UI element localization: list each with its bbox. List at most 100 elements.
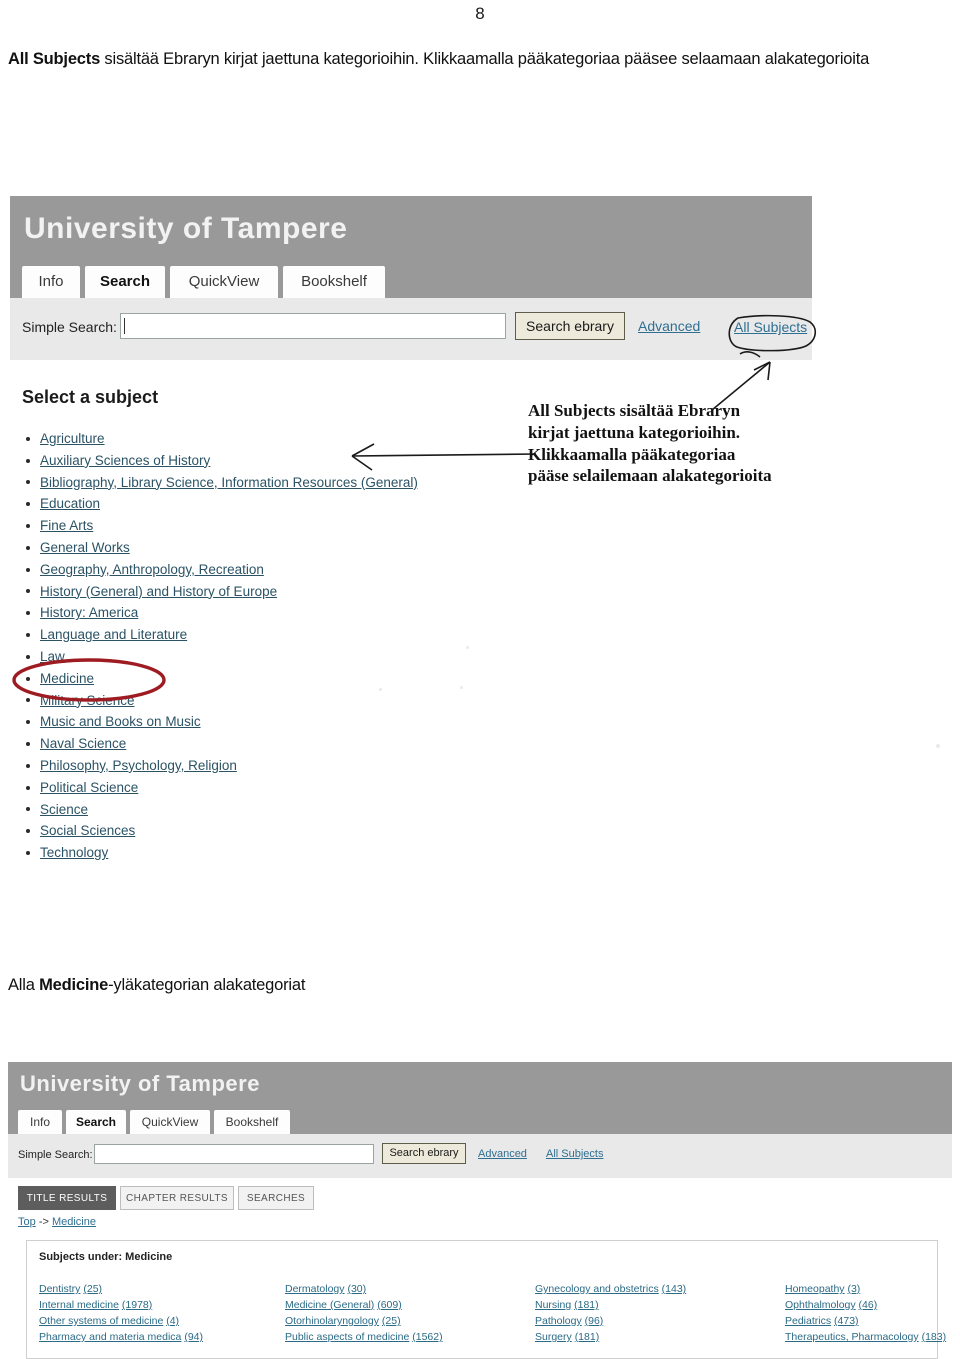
subject-link[interactable]: General Works xyxy=(40,540,130,555)
all-subjects-link-top[interactable]: All Subjects xyxy=(734,319,807,335)
breadcrumb-root-link[interactable]: Top xyxy=(18,1216,36,1228)
tab-bookshelf-top[interactable]: Bookshelf xyxy=(283,266,385,298)
subject-link[interactable]: History: America xyxy=(40,605,138,620)
subcategory-count[interactable]: (1562) xyxy=(412,1331,442,1343)
list-item[interactable]: Fine Arts xyxy=(24,515,418,537)
subcategory-link[interactable]: Nursing xyxy=(535,1299,571,1311)
list-item[interactable]: Homeopathy (3) xyxy=(785,1281,946,1297)
subcategory-count[interactable]: (3) xyxy=(847,1283,860,1295)
subcategory-count[interactable]: (609) xyxy=(377,1299,402,1311)
subject-link-medicine[interactable]: Medicine xyxy=(40,671,94,686)
list-item[interactable]: General Works xyxy=(24,537,418,559)
list-item[interactable]: Bibliography, Library Science, Informati… xyxy=(24,472,418,494)
list-item[interactable]: Pharmacy and materia medica (94) xyxy=(39,1329,203,1345)
tab-bookshelf-bottom[interactable]: Bookshelf xyxy=(214,1110,290,1134)
subject-link[interactable]: Social Sciences xyxy=(40,823,135,838)
list-item[interactable]: History: America xyxy=(24,602,418,624)
subject-link[interactable]: Fine Arts xyxy=(40,518,93,533)
subject-link[interactable]: Naval Science xyxy=(40,736,126,751)
list-item[interactable]: Pediatrics (473) xyxy=(785,1313,946,1329)
subject-link[interactable]: Military Science xyxy=(40,693,135,708)
list-item[interactable]: Philosophy, Psychology, Religion xyxy=(24,755,418,777)
subject-link[interactable]: Philosophy, Psychology, Religion xyxy=(40,758,237,773)
tab-searches[interactable]: SEARCHES xyxy=(238,1186,314,1210)
list-item[interactable]: Pathology (96) xyxy=(535,1313,686,1329)
subject-link[interactable]: Auxiliary Sciences of History xyxy=(40,453,210,468)
subject-link[interactable]: History (General) and History of Europe xyxy=(40,584,277,599)
subcategory-link[interactable]: Public aspects of medicine xyxy=(285,1331,409,1343)
list-item[interactable]: Therapeutics, Pharmacology (183) xyxy=(785,1329,946,1345)
list-item[interactable]: Dermatology (30) xyxy=(285,1281,443,1297)
list-item[interactable]: History (General) and History of Europe xyxy=(24,581,418,603)
subcategory-link[interactable]: Medicine (General) xyxy=(285,1299,374,1311)
list-item[interactable]: Education xyxy=(24,493,418,515)
tab-title-results[interactable]: TITLE RESULTS xyxy=(18,1186,116,1210)
subcategory-link[interactable]: Other systems of medicine xyxy=(39,1315,163,1327)
list-item[interactable]: Military Science xyxy=(24,690,418,712)
simple-search-input-top[interactable] xyxy=(120,313,506,339)
list-item[interactable]: Otorhinolaryngology (25) xyxy=(285,1313,443,1329)
subcategory-link[interactable]: Otorhinolaryngology xyxy=(285,1315,379,1327)
advanced-link-bottom[interactable]: Advanced xyxy=(478,1148,527,1160)
subcategory-count[interactable]: (96) xyxy=(585,1315,604,1327)
subject-link[interactable]: Agriculture xyxy=(40,431,105,446)
subject-link[interactable]: Education xyxy=(40,496,100,511)
list-item[interactable]: Language and Literature xyxy=(24,624,418,646)
subcategory-link[interactable]: Dentistry xyxy=(39,1283,80,1295)
list-item[interactable]: Gynecology and obstetrics (143) xyxy=(535,1281,686,1297)
subcategory-count[interactable]: (94) xyxy=(184,1331,203,1343)
list-item[interactable]: Geography, Anthropology, Recreation xyxy=(24,559,418,581)
list-item[interactable]: Nursing (181) xyxy=(535,1297,686,1313)
tab-info-bottom[interactable]: Info xyxy=(18,1110,62,1134)
breadcrumb-current-link[interactable]: Medicine xyxy=(52,1216,96,1228)
list-item[interactable]: Law xyxy=(24,646,418,668)
search-ebrary-button-top[interactable]: Search ebrary xyxy=(515,312,625,340)
list-item[interactable]: Dentistry (25) xyxy=(39,1281,203,1297)
list-item-medicine[interactable]: Medicine xyxy=(24,668,418,690)
subcategory-count[interactable]: (183) xyxy=(922,1331,947,1343)
tab-chapter-results[interactable]: CHAPTER RESULTS xyxy=(120,1186,234,1210)
subcategory-count[interactable]: (4) xyxy=(166,1315,179,1327)
subject-link[interactable]: Music and Books on Music xyxy=(40,714,201,729)
list-item[interactable]: Technology xyxy=(24,842,418,864)
subject-link[interactable]: Law xyxy=(40,649,65,664)
list-item[interactable]: Agriculture xyxy=(24,428,418,450)
subject-link[interactable]: Science xyxy=(40,802,88,817)
subcategory-count[interactable]: (30) xyxy=(347,1283,366,1295)
list-item[interactable]: Other systems of medicine (4) xyxy=(39,1313,203,1329)
subcategory-count[interactable]: (473) xyxy=(834,1315,859,1327)
subcategory-link[interactable]: Gynecology and obstetrics xyxy=(535,1283,659,1295)
subject-link[interactable]: Political Science xyxy=(40,780,138,795)
list-item[interactable]: Medicine (General) (609) xyxy=(285,1297,443,1313)
list-item[interactable]: Political Science xyxy=(24,777,418,799)
list-item[interactable]: Ophthalmology (46) xyxy=(785,1297,946,1313)
subject-link[interactable]: Technology xyxy=(40,845,108,860)
subcategory-count[interactable]: (46) xyxy=(859,1299,878,1311)
tab-info-top[interactable]: Info xyxy=(22,266,80,298)
subcategory-count[interactable]: (1978) xyxy=(122,1299,152,1311)
search-ebrary-button-bottom[interactable]: Search ebrary xyxy=(382,1143,466,1164)
subcategory-count[interactable]: (25) xyxy=(382,1315,401,1327)
subcategory-link[interactable]: Therapeutics, Pharmacology xyxy=(785,1331,919,1343)
subcategory-count[interactable]: (181) xyxy=(574,1299,599,1311)
list-item[interactable]: Science xyxy=(24,799,418,821)
subject-link[interactable]: Geography, Anthropology, Recreation xyxy=(40,562,264,577)
advanced-link-top[interactable]: Advanced xyxy=(638,318,700,334)
simple-search-input-bottom[interactable] xyxy=(94,1144,374,1164)
tab-search-bottom[interactable]: Search xyxy=(66,1110,126,1134)
subject-link[interactable]: Bibliography, Library Science, Informati… xyxy=(40,475,418,490)
all-subjects-link-bottom[interactable]: All Subjects xyxy=(546,1148,603,1160)
list-item[interactable]: Naval Science xyxy=(24,733,418,755)
subcategory-count[interactable]: (181) xyxy=(575,1331,600,1343)
subcategory-count[interactable]: (143) xyxy=(662,1283,687,1295)
subcategory-link[interactable]: Pharmacy and materia medica xyxy=(39,1331,181,1343)
list-item[interactable]: Public aspects of medicine (1562) xyxy=(285,1329,443,1345)
subcategory-count[interactable]: (25) xyxy=(83,1283,102,1295)
subcategory-link[interactable]: Internal medicine xyxy=(39,1299,119,1311)
list-item[interactable]: Internal medicine (1978) xyxy=(39,1297,203,1313)
list-item[interactable]: Auxiliary Sciences of History xyxy=(24,450,418,472)
tab-quickview-top[interactable]: QuickView xyxy=(170,266,278,298)
subject-link[interactable]: Language and Literature xyxy=(40,627,187,642)
subcategory-link[interactable]: Surgery xyxy=(535,1331,572,1343)
subcategory-link[interactable]: Homeopathy xyxy=(785,1283,845,1295)
